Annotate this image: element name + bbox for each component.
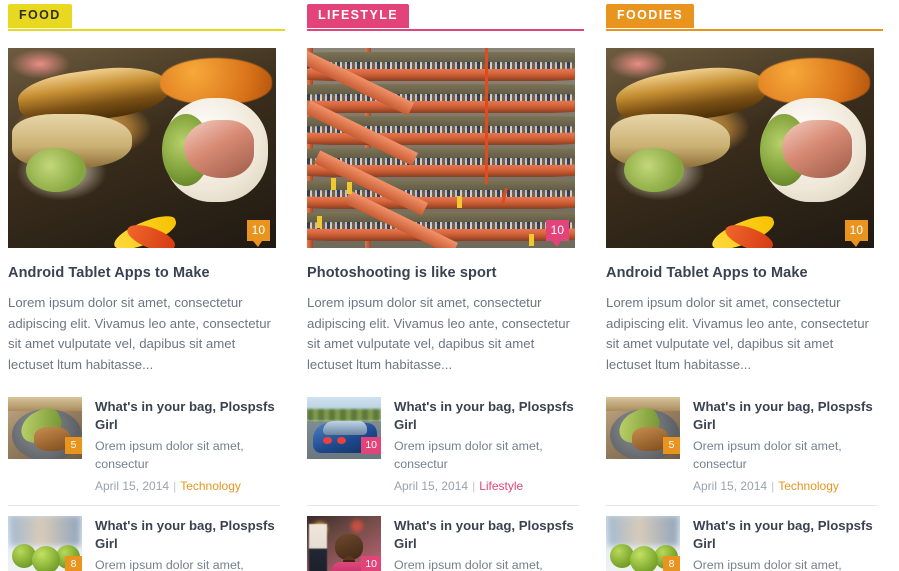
list-item-thumbnail[interactable]: 5 xyxy=(606,397,680,459)
list-item-excerpt: Orem ipsum dolor sit amet, consectur xyxy=(693,439,842,471)
list-item[interactable]: 10 What's in your bag, Plospsfs Girl Ore… xyxy=(307,397,579,505)
list-item-body: What's in your bag, Plospsfs Girl Orem i… xyxy=(95,516,280,571)
comment-count-badge[interactable]: 10 xyxy=(361,437,381,454)
featured-title-foodies[interactable]: Android Tablet Apps to Make xyxy=(606,265,878,281)
comment-count-value: 10 xyxy=(849,223,863,237)
section-tag-foodies[interactable]: FOODIES xyxy=(606,4,695,28)
post-category-link[interactable]: Lifestyle xyxy=(479,479,523,493)
meta-separator: | xyxy=(472,479,476,493)
section-rule xyxy=(8,29,285,31)
list-item-meta: April 15, 2014 | Technology xyxy=(95,479,280,493)
comment-count-badge[interactable]: 10 xyxy=(246,220,270,247)
featured-excerpt-lifestyle: Lorem ipsum dolor sit amet, consectetur … xyxy=(307,295,570,372)
list-item-excerpt: Orem ipsum dolor sit amet, consectur xyxy=(693,558,842,571)
category-column-lifestyle: LIFESTYLE 10 Photoshooting is like sport… xyxy=(299,0,584,571)
list-item[interactable]: 10 What's in your bag, Plospsfs Girl Ore… xyxy=(307,505,579,571)
list-item-title[interactable]: What's in your bag, Plospsfs Girl xyxy=(394,398,579,433)
section-tag-food[interactable]: FOOD xyxy=(8,4,72,28)
comment-count-badge[interactable]: 8 xyxy=(65,556,82,571)
post-category-link[interactable]: Technology xyxy=(180,479,241,493)
featured-image-lifestyle[interactable]: 10 xyxy=(307,48,575,248)
comment-count-badge[interactable]: 5 xyxy=(65,437,82,454)
featured-image-food[interactable]: 10 xyxy=(8,48,276,248)
list-item-title[interactable]: What's in your bag, Plospsfs Girl xyxy=(394,517,579,552)
comment-count-badge[interactable]: 10 xyxy=(545,220,569,247)
list-item-body: What's in your bag, Plospsfs Girl Orem i… xyxy=(693,397,878,493)
section-tag-lifestyle[interactable]: LIFESTYLE xyxy=(307,4,409,28)
category-column-foodies: FOODIES 10 Android Tablet Apps to Make L… xyxy=(598,0,883,571)
comment-count-value: 5 xyxy=(668,439,675,451)
list-item-body: What's in your bag, Plospsfs Girl Orem i… xyxy=(394,397,579,493)
list-item-body: What's in your bag, Plospsfs Girl Orem i… xyxy=(693,516,878,571)
list-item-excerpt: Orem ipsum dolor sit amet, consectur xyxy=(394,558,543,571)
sushi-rolls-photo xyxy=(606,48,874,248)
featured-excerpt-food: Lorem ipsum dolor sit amet, consectetur … xyxy=(8,295,271,372)
list-item-body: What's in your bag, Plospsfs Girl Orem i… xyxy=(394,516,579,571)
column-gap xyxy=(584,0,598,571)
meta-separator: | xyxy=(771,479,775,493)
list-item[interactable]: 5 What's in your bag, Plospsfs Girl Orem… xyxy=(606,397,878,505)
post-date: April 15, 2014 xyxy=(394,479,469,493)
comment-count-value: 10 xyxy=(365,439,377,451)
comment-count-value: 10 xyxy=(251,223,265,237)
blog-category-columns: FOOD 10 Android Tablet Apps to Make Lore… xyxy=(0,0,899,571)
stadium-balconies-photo xyxy=(307,48,575,248)
list-item-thumbnail[interactable]: 10 xyxy=(307,397,381,459)
section-header-food: FOOD xyxy=(0,4,285,34)
comment-count-badge[interactable]: 8 xyxy=(663,556,680,571)
list-item-excerpt: Orem ipsum dolor sit amet, consectur xyxy=(95,439,244,471)
comment-count-value: 10 xyxy=(365,558,377,570)
comment-count-badge[interactable]: 10 xyxy=(361,556,381,571)
section-rule xyxy=(606,29,883,31)
list-item-thumbnail[interactable]: 5 xyxy=(8,397,82,459)
post-date: April 15, 2014 xyxy=(693,479,768,493)
list-item-thumbnail[interactable]: 10 xyxy=(307,516,381,571)
comment-count-value: 8 xyxy=(70,558,77,570)
comment-count-badge[interactable]: 10 xyxy=(844,220,868,247)
featured-excerpt-foodies: Lorem ipsum dolor sit amet, consectetur … xyxy=(606,295,869,372)
featured-image-foodies[interactable]: 10 xyxy=(606,48,874,248)
comment-count-value: 8 xyxy=(668,558,675,570)
article-list-food: 5 What's in your bag, Plospsfs Girl Orem… xyxy=(8,397,280,571)
list-item-excerpt: Orem ipsum dolor sit amet, consectur xyxy=(394,439,543,471)
article-list-lifestyle: 10 What's in your bag, Plospsfs Girl Ore… xyxy=(307,397,579,571)
list-item-meta: April 15, 2014 | Lifestyle xyxy=(394,479,579,493)
meta-separator: | xyxy=(173,479,177,493)
section-rule xyxy=(307,29,584,31)
comment-count-value: 5 xyxy=(70,439,77,451)
comment-count-value: 10 xyxy=(550,223,564,237)
sushi-rolls-photo xyxy=(8,48,276,248)
section-header-lifestyle: LIFESTYLE xyxy=(299,4,584,34)
post-date: April 15, 2014 xyxy=(95,479,170,493)
list-item-title[interactable]: What's in your bag, Plospsfs Girl xyxy=(693,398,878,433)
list-item-thumbnail[interactable]: 8 xyxy=(8,516,82,571)
list-item[interactable]: 5 What's in your bag, Plospsfs Girl Orem… xyxy=(8,397,280,505)
comment-count-badge[interactable]: 5 xyxy=(663,437,680,454)
featured-title-food[interactable]: Android Tablet Apps to Make xyxy=(8,265,280,281)
list-item-meta: April 15, 2014 | Technology xyxy=(693,479,878,493)
list-item-title[interactable]: What's in your bag, Plospsfs Girl xyxy=(693,517,878,552)
list-item[interactable]: 8 What's in your bag, Plospsfs Girl Orem… xyxy=(606,505,878,571)
article-list-foodies: 5 What's in your bag, Plospsfs Girl Orem… xyxy=(606,397,878,571)
list-item-excerpt: Orem ipsum dolor sit amet, consectur xyxy=(95,558,244,571)
section-header-foodies: FOODIES xyxy=(598,4,883,34)
list-item-body: What's in your bag, Plospsfs Girl Orem i… xyxy=(95,397,280,493)
list-item-thumbnail[interactable]: 8 xyxy=(606,516,680,571)
list-item[interactable]: 8 What's in your bag, Plospsfs Girl Orem… xyxy=(8,505,280,571)
featured-title-lifestyle[interactable]: Photoshooting is like sport xyxy=(307,265,579,281)
post-category-link[interactable]: Technology xyxy=(778,479,839,493)
list-item-title[interactable]: What's in your bag, Plospsfs Girl xyxy=(95,517,280,552)
column-gap xyxy=(285,0,299,571)
list-item-title[interactable]: What's in your bag, Plospsfs Girl xyxy=(95,398,280,433)
category-column-food: FOOD 10 Android Tablet Apps to Make Lore… xyxy=(0,0,285,571)
